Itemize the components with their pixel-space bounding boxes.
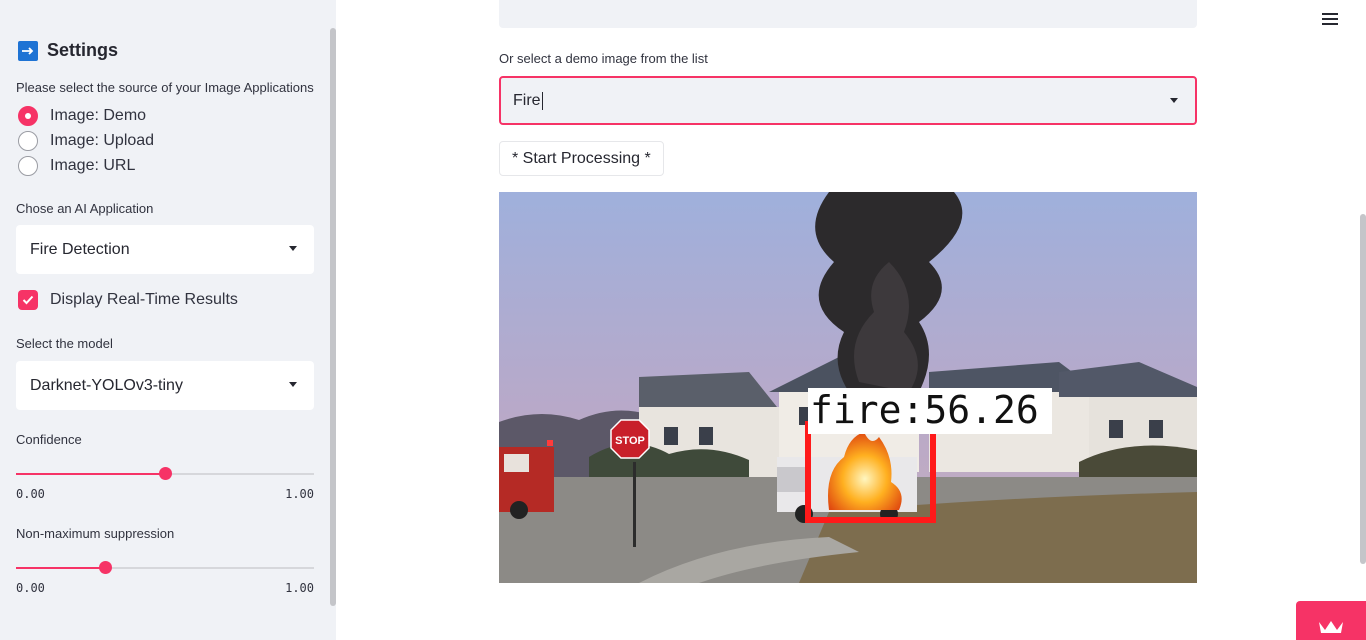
radio-label: Image: Demo: [50, 107, 147, 124]
model-select-value: Darknet-YOLOv3-tiny: [30, 376, 183, 394]
right-arrow-icon: [18, 40, 38, 61]
checkbox-checked-icon[interactable]: [18, 290, 38, 310]
slider-thumb[interactable]: [99, 561, 112, 574]
model-label: Select the model: [16, 336, 113, 351]
slider-fill: [16, 567, 105, 569]
radio-image-upload[interactable]: Image: Upload: [18, 131, 154, 151]
confidence-min: 0.00: [16, 487, 45, 501]
radio-label: Image: Upload: [50, 132, 155, 149]
radio-image-url[interactable]: Image: URL: [18, 156, 135, 176]
sidebar-scrollbar[interactable]: [330, 28, 336, 606]
slider-fill: [16, 473, 165, 475]
chevron-down-icon: [1170, 98, 1178, 103]
app-select-value: Fire Detection: [30, 240, 130, 258]
radio-label: Image: URL: [50, 157, 136, 174]
radio-selected-icon[interactable]: [18, 106, 38, 126]
source-label: Please select the source of your Image A…: [16, 80, 314, 95]
slider-thumb[interactable]: [159, 467, 172, 480]
radio-image-demo[interactable]: Image: Demo: [18, 106, 146, 126]
detection-label: fire:56.26: [810, 388, 1039, 432]
start-processing-button[interactable]: * Start Processing *: [499, 141, 664, 176]
realtime-checkbox[interactable]: Display Real-Time Results: [18, 290, 238, 310]
main-scrollbar[interactable]: [1360, 214, 1366, 564]
confidence-label: Confidence: [16, 432, 82, 447]
realtime-label: Display Real-Time Results: [50, 291, 238, 308]
demo-select-value: Fire: [513, 91, 541, 109]
file-uploader-area[interactable]: [499, 0, 1197, 28]
streamlit-badge[interactable]: [1296, 601, 1366, 640]
model-select[interactable]: Darknet-YOLOv3-tiny: [16, 361, 314, 410]
chevron-down-icon: [289, 382, 297, 387]
nms-max: 1.00: [285, 581, 314, 595]
demo-image-select[interactable]: Fire: [499, 76, 1197, 125]
app-select[interactable]: Fire Detection: [16, 225, 314, 274]
streamlit-crown-icon: [1319, 621, 1343, 633]
confidence-max: 1.00: [285, 487, 314, 501]
app-label: Chose an AI Application: [16, 201, 154, 216]
settings-title: Settings: [47, 40, 119, 60]
hamburger-menu-icon[interactable]: [1322, 13, 1338, 27]
detection-result-image: STOP fire:56.26: [499, 192, 1197, 583]
nms-slider[interactable]: [16, 561, 314, 574]
sidebar-header: Settings: [16, 40, 118, 61]
radio-icon[interactable]: [18, 131, 38, 151]
chevron-down-icon: [289, 246, 297, 251]
demo-select-label: Or select a demo image from the list: [499, 51, 708, 66]
text-cursor: [541, 91, 543, 110]
confidence-slider[interactable]: [16, 467, 314, 480]
radio-icon[interactable]: [18, 156, 38, 176]
nms-label: Non-maximum suppression: [16, 526, 175, 541]
sidebar: Settings Please select the source of you…: [0, 0, 336, 640]
nms-min: 0.00: [16, 581, 45, 595]
stop-sign-text: STOP: [615, 435, 645, 447]
